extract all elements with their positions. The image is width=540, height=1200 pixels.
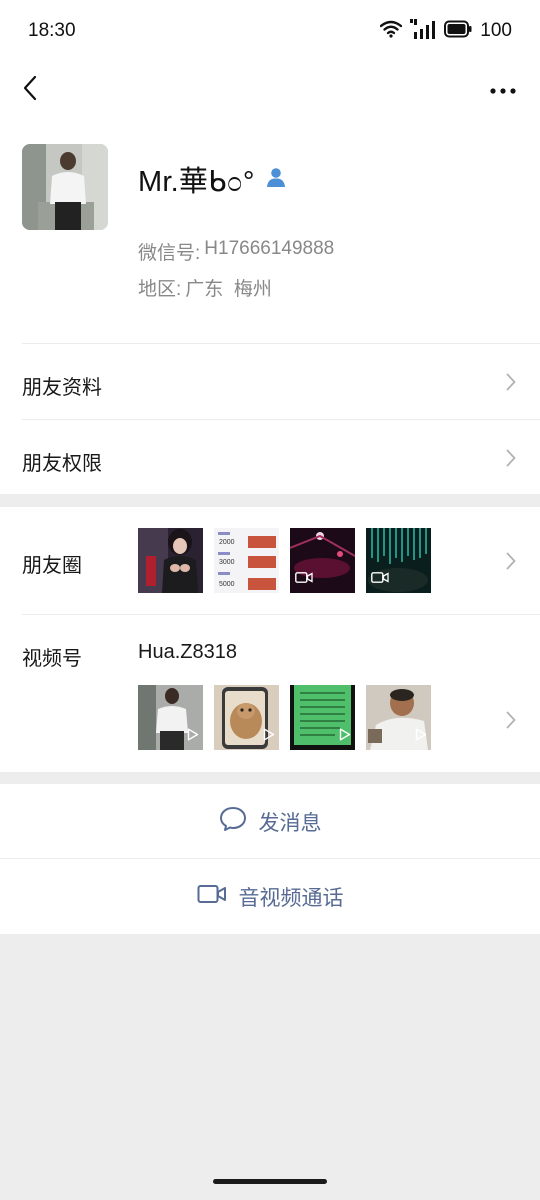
friend-profile-label: 朋友资料 (22, 377, 102, 399)
svg-text:5000: 5000 (219, 581, 235, 588)
back-button[interactable] (14, 72, 46, 108)
status-icons: 100 (380, 18, 512, 44)
region-value: 广东 梅州 (185, 279, 272, 300)
video-camera-icon (371, 570, 389, 588)
battery-icon (444, 20, 472, 43)
video-camera-icon (197, 884, 227, 909)
wifi-icon (380, 20, 403, 43)
avatar[interactable] (22, 144, 108, 230)
cellular-signal-icon (410, 18, 436, 44)
svg-text:2000: 2000 (219, 539, 235, 546)
channel-name: Hua.Z8318 (138, 641, 237, 663)
moments-thumbnail[interactable] (138, 528, 203, 593)
friend-permissions-label: 朋友权限 (22, 453, 102, 475)
play-icon (187, 728, 199, 746)
more-dots-icon (490, 81, 516, 99)
person-icon (265, 166, 287, 193)
region-label: 地区: (138, 279, 182, 300)
svg-text:3000: 3000 (219, 559, 235, 566)
nickname: Mr.華ᑲ೦° (138, 166, 255, 198)
more-button[interactable] (488, 78, 518, 102)
friend-permissions-row[interactable]: 朋友权限 (0, 420, 540, 495)
status-time: 18:30 (28, 20, 76, 41)
av-call-button[interactable]: 音视频通话 (0, 859, 540, 934)
chevron-right-icon (504, 710, 518, 730)
chat-bubble-icon (219, 806, 247, 837)
moments-row[interactable]: 朋友圈 2000 3000 5000 (0, 507, 540, 614)
chevron-right-icon (504, 448, 518, 468)
play-icon (415, 728, 427, 746)
play-icon (339, 728, 351, 746)
channels-thumbnail[interactable] (366, 685, 431, 750)
wechat-id-value: H17666149888 (204, 238, 335, 259)
wechat-id-row: 微信号: H17666149888 (138, 238, 334, 265)
region-row: 地区: 广东 梅州 (138, 274, 272, 301)
play-icon (263, 728, 275, 746)
channels-row[interactable]: 视频号 (0, 615, 540, 772)
av-call-label: 音视频通话 (238, 886, 344, 910)
chevron-right-icon (504, 551, 518, 571)
wechat-id-label: 微信号: (138, 243, 201, 264)
status-bar: 18:30 100 (0, 0, 540, 62)
channels-thumbnail[interactable] (290, 685, 355, 750)
battery-level: 100 (480, 20, 512, 41)
channels-thumbnail[interactable] (138, 685, 203, 750)
home-indicator[interactable] (213, 1179, 327, 1184)
send-message-label: 发消息 (258, 811, 322, 835)
moments-thumbnail[interactable] (366, 528, 431, 593)
channels-thumbnail[interactable] (214, 685, 279, 750)
chevron-right-icon (504, 372, 518, 392)
nickname-row: Mr.華ᑲ೦° (138, 158, 287, 200)
moments-thumbnail[interactable] (290, 528, 355, 593)
moments-label: 朋友圈 (22, 555, 82, 577)
chevron-left-icon (23, 75, 37, 106)
channels-label: 视频号 (22, 648, 82, 670)
friend-profile-row[interactable]: 朋友资料 (0, 344, 540, 419)
moments-thumbnail[interactable]: 2000 3000 5000 (214, 528, 279, 593)
contact-profile-page: 18:30 100 Mr.華ᑲ೦° 微信号: H17666149888 地区: … (0, 0, 540, 1200)
send-message-button[interactable]: 发消息 (0, 784, 540, 859)
video-camera-icon (295, 570, 313, 588)
